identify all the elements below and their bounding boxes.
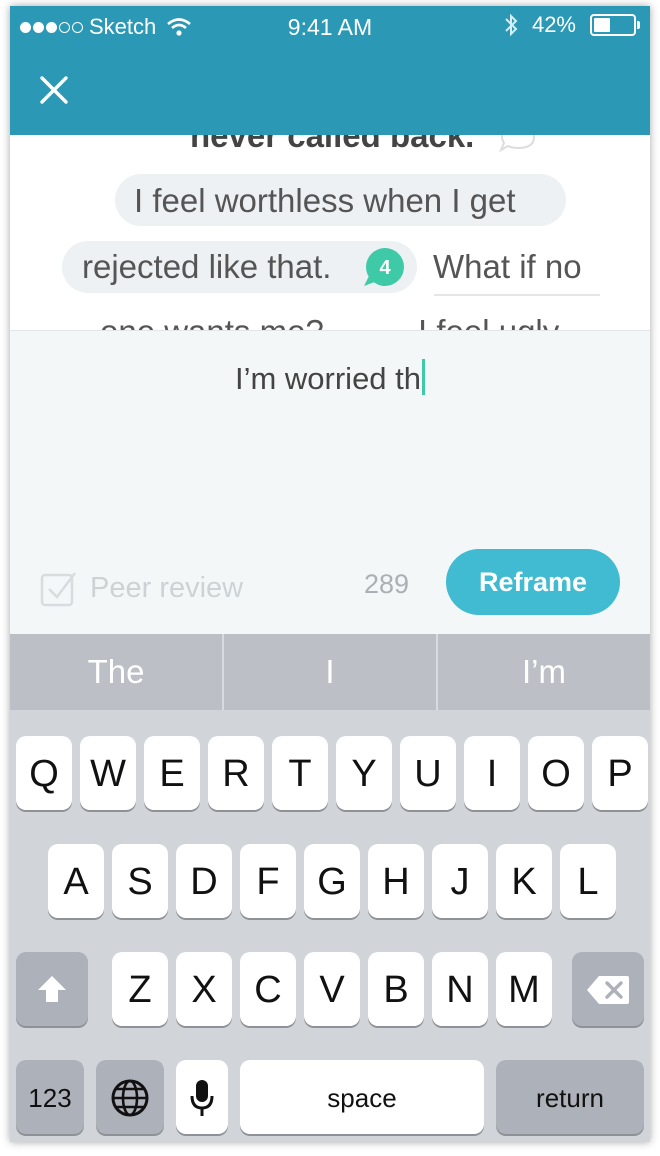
thought-line: rejected like that. <box>82 248 332 285</box>
key-z[interactable]: Z <box>112 952 168 1026</box>
thought-line: I feel worthless when I get <box>134 182 516 219</box>
status-bar: Sketch 9:41 AM 42% <box>10 6 650 46</box>
thought-line-previous: never called back. <box>190 135 475 154</box>
predictive-bar: The I I’m <box>10 634 650 710</box>
comment-count-badge[interactable]: 4 <box>361 246 407 292</box>
battery-icon <box>590 14 640 36</box>
peer-review-toggle[interactable]: Peer review <box>40 569 243 607</box>
key-x[interactable]: X <box>176 952 232 1026</box>
globe-icon <box>111 1079 149 1117</box>
checkbox-icon[interactable] <box>40 569 78 607</box>
thought-line: one wants me? <box>100 313 324 330</box>
key-c[interactable]: C <box>240 952 296 1026</box>
peer-review-label: Peer review <box>90 571 244 604</box>
bluetooth-icon <box>505 13 518 37</box>
key-o[interactable]: O <box>528 736 584 810</box>
key-i[interactable]: I <box>464 736 520 810</box>
key-w[interactable]: W <box>80 736 136 810</box>
battery-percent: 42% <box>531 12 576 37</box>
key-j[interactable]: J <box>432 844 488 918</box>
key-m[interactable]: M <box>496 952 552 1026</box>
microphone-icon <box>190 1080 214 1116</box>
reframe-composer[interactable]: I’m worried th Peer review 289 Reframe <box>10 330 650 635</box>
status-right: 42% <box>504 12 640 38</box>
app-header: Sketch 9:41 AM 42% <box>10 6 650 135</box>
key-v[interactable]: V <box>304 952 360 1026</box>
key-l[interactable]: L <box>560 844 616 918</box>
thought-line: I feel ugly. <box>418 313 566 330</box>
suggestion-item[interactable]: I <box>224 634 436 710</box>
suggestion-item[interactable]: I’m <box>438 634 650 710</box>
key-s[interactable]: S <box>112 844 168 918</box>
key-g[interactable]: G <box>304 844 360 918</box>
key-a[interactable]: A <box>48 844 104 918</box>
dictation-key[interactable] <box>176 1060 228 1134</box>
key-k[interactable]: K <box>496 844 552 918</box>
key-h[interactable]: H <box>368 844 424 918</box>
return-key[interactable]: return <box>496 1060 644 1134</box>
close-icon[interactable] <box>34 70 74 110</box>
comment-count: 4 <box>379 257 391 279</box>
key-q[interactable]: Q <box>16 736 72 810</box>
thought-text-area: never called back. I feel worthless when… <box>10 135 650 330</box>
thought-line: What if no <box>433 248 582 285</box>
suggestion-item[interactable]: The <box>10 634 222 710</box>
shift-key[interactable] <box>16 952 88 1026</box>
delete-key[interactable] <box>572 952 644 1026</box>
backspace-icon <box>587 976 629 1004</box>
key-r[interactable]: R <box>208 736 264 810</box>
key-p[interactable]: P <box>592 736 648 810</box>
key-f[interactable]: F <box>240 844 296 918</box>
key-t[interactable]: T <box>272 736 328 810</box>
text-cursor <box>422 359 426 395</box>
numbers-key[interactable]: 123 <box>16 1060 84 1134</box>
key-e[interactable]: E <box>144 736 200 810</box>
space-key[interactable]: space <box>240 1060 484 1134</box>
phone-screen: Sketch 9:41 AM 42% never called back. I … <box>10 6 650 1142</box>
keyboard: Q W E R T Y U I O P A S D F G H J K L Z … <box>10 710 650 1142</box>
character-count: 289 <box>364 569 410 599</box>
draft-input[interactable]: I’m worried th <box>10 359 650 397</box>
key-u[interactable]: U <box>400 736 456 810</box>
comment-outline-icon[interactable] <box>498 135 538 153</box>
key-b[interactable]: B <box>368 952 424 1026</box>
shift-icon <box>38 976 66 1002</box>
divider <box>434 294 600 296</box>
key-n[interactable]: N <box>432 952 488 1026</box>
draft-text: I’m worried th <box>234 361 422 396</box>
globe-key[interactable] <box>96 1060 164 1134</box>
reframe-button[interactable]: Reframe <box>446 549 620 615</box>
key-d[interactable]: D <box>176 844 232 918</box>
key-y[interactable]: Y <box>336 736 392 810</box>
